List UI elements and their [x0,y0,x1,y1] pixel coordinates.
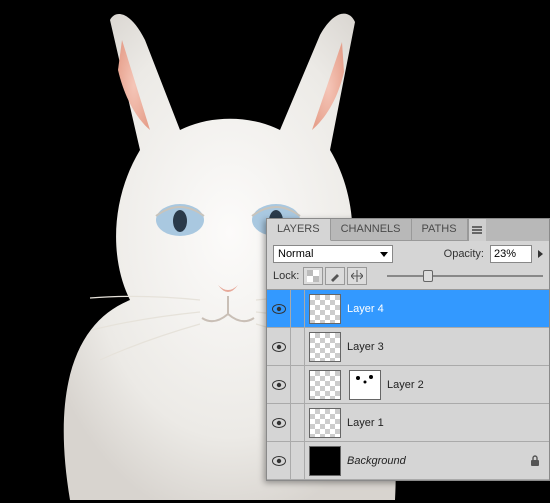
tab-layers[interactable]: LAYERS [267,219,331,241]
visibility-toggle[interactable] [267,290,291,328]
dropdown-caret-icon [380,252,388,257]
opacity-label: Opacity: [444,248,484,260]
slider-track [387,275,543,277]
lock-label: Lock: [273,270,299,282]
layer-row[interactable]: Layer 4 [267,290,549,328]
lock-transparency-button[interactable] [303,267,323,285]
lock-fill-row: Lock: [267,267,549,290]
blend-mode-value: Normal [278,248,313,260]
blend-mode-select[interactable]: Normal [273,245,393,263]
visibility-toggle[interactable] [267,366,291,404]
layer-name[interactable]: Layer 3 [345,341,527,353]
panel-tabs: LAYERS CHANNELS PATHS [267,219,549,241]
layer-name[interactable]: Background [345,455,527,467]
link-column [291,328,305,366]
layer-row[interactable]: Background [267,442,549,480]
panel-menu-button[interactable] [468,219,486,241]
opacity-flyout-icon[interactable] [538,250,543,258]
tab-channels[interactable]: CHANNELS [331,219,412,241]
link-column [291,442,305,480]
layer-mask-thumbnail[interactable] [349,370,381,400]
visibility-toggle[interactable] [267,442,291,480]
layer-name[interactable]: Layer 1 [345,417,527,429]
layer-name[interactable]: Layer 4 [345,303,527,315]
layer-thumbnail[interactable] [309,332,341,362]
visibility-toggle[interactable] [267,404,291,442]
link-column [291,404,305,442]
layer-thumbnail[interactable] [309,408,341,438]
layer-thumbnail[interactable] [309,370,341,400]
opacity-input[interactable]: 23% [490,245,532,263]
slider-thumb[interactable] [423,270,433,282]
layer-thumbnail[interactable] [309,446,341,476]
layers-list: Layer 4 Layer 3 Layer 2 Layer 1 Background [267,290,549,480]
lock-position-button[interactable] [347,267,367,285]
link-column [291,366,305,404]
layer-row[interactable]: Layer 3 [267,328,549,366]
blend-opacity-row: Normal Opacity: 23% [267,241,549,267]
opacity-value: 23% [494,248,516,260]
layer-row[interactable]: Layer 2 [267,366,549,404]
lock-pixels-button[interactable] [325,267,345,285]
lock-indicator [527,455,543,467]
opacity-slider[interactable] [387,268,543,284]
link-column [291,290,305,328]
layers-panel: LAYERS CHANNELS PATHS Normal Opacity: 23… [266,218,550,481]
visibility-toggle[interactable] [267,328,291,366]
tab-paths[interactable]: PATHS [412,219,468,241]
layer-name[interactable]: Layer 2 [385,379,527,391]
layer-row[interactable]: Layer 1 [267,404,549,442]
layer-thumbnail[interactable] [309,294,341,324]
